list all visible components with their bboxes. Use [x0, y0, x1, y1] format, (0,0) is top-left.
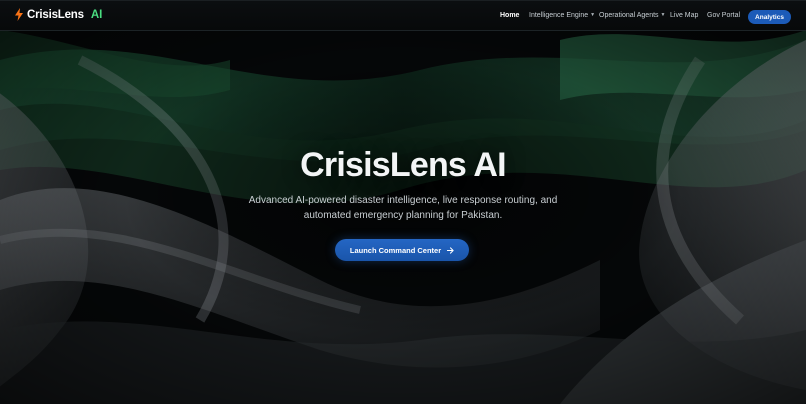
nav-live-map-label: Live Map	[670, 12, 699, 19]
analytics-button[interactable]: Analytics	[748, 10, 791, 24]
hero-subtitle: Advanced AI-powered disaster intelligenc…	[0, 193, 806, 223]
nav-operational-agents-label: Operational Agents	[599, 12, 659, 19]
nav-gov-portal[interactable]: Gov Portal	[707, 12, 740, 19]
nav-live-map[interactable]: Live Map	[670, 12, 698, 19]
nav-home[interactable]: Home	[500, 12, 519, 19]
nav-home-label: Home	[500, 12, 520, 19]
bolt-icon	[15, 8, 23, 21]
chevron-down-icon: ▼	[590, 12, 596, 18]
launch-command-center-label: Launch Command Center	[349, 245, 442, 255]
landing-page: CrisisLens AI Home Intelligence Engine ▼ …	[0, 0, 806, 404]
nav-intelligence-engine[interactable]: Intelligence Engine ▼	[529, 12, 595, 19]
brand-name: CrisisLens	[27, 8, 84, 21]
brand-logo[interactable]: CrisisLens AI	[15, 8, 102, 21]
arrow-right-icon	[447, 246, 454, 254]
nav-intelligence-engine-label: Intelligence Engine	[529, 12, 589, 19]
nav-operational-agents[interactable]: Operational Agents ▼	[599, 12, 666, 19]
hero-subtitle-line-1: Advanced AI-powered disaster intelligenc…	[248, 195, 558, 206]
nav-gov-portal-label: Gov Portal	[707, 12, 741, 19]
chevron-down-icon: ▼	[660, 12, 666, 18]
brand-suffix: AI	[90, 8, 103, 21]
hero-title: CrisisLens AI	[300, 146, 506, 184]
launch-command-center-button[interactable]: Launch Command Center	[335, 239, 469, 261]
top-navbar: CrisisLens AI Home Intelligence Engine ▼ …	[0, 0, 806, 31]
hero-subtitle-line-2: automated emergency planning for Pakista…	[303, 210, 503, 221]
